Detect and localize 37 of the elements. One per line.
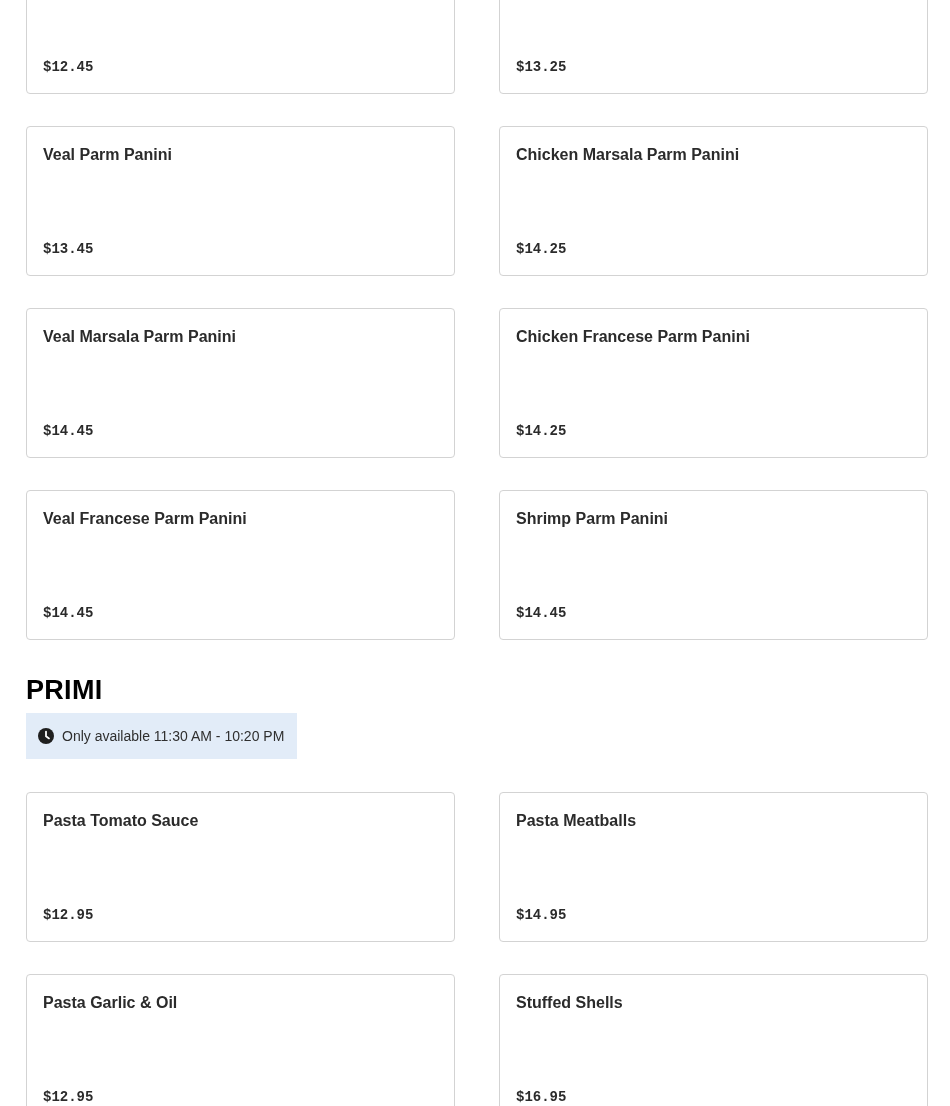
menu-item-card[interactable]: Stuffed Shells $16.95 xyxy=(499,974,928,1106)
item-price: $14.25 xyxy=(516,422,567,441)
item-name: Veal Parm Panini xyxy=(43,145,172,165)
menu-item-card[interactable]: Veal Marsala Parm Panini $14.45 xyxy=(26,308,455,458)
clock-icon xyxy=(38,728,54,744)
item-price: $16.95 xyxy=(516,1088,567,1106)
item-price: $14.45 xyxy=(43,604,94,623)
menu-item-card[interactable]: $12.45 xyxy=(26,0,455,94)
menu-item-card[interactable]: Chicken Marsala Parm Panini $14.25 xyxy=(499,126,928,276)
menu-item-card[interactable]: Chicken Francese Parm Panini $14.25 xyxy=(499,308,928,458)
item-name: Pasta Garlic & Oil xyxy=(43,993,178,1013)
menu-item-card[interactable]: Veal Francese Parm Panini $14.45 xyxy=(26,490,455,640)
availability-text: Only available 11:30 AM - 10:20 PM xyxy=(62,728,285,744)
item-price: $14.95 xyxy=(516,906,567,925)
menu-item-card[interactable]: Shrimp Parm Panini $14.45 xyxy=(499,490,928,640)
item-name: Pasta Tomato Sauce xyxy=(43,811,199,831)
item-name: Chicken Marsala Parm Panini xyxy=(516,145,740,165)
item-price: $14.25 xyxy=(516,240,567,259)
section-heading: PRIMI xyxy=(26,675,103,705)
item-price: $14.45 xyxy=(516,604,567,623)
item-name: Veal Marsala Parm Panini xyxy=(43,327,236,347)
menu-item-card[interactable]: Pasta Garlic & Oil $12.95 xyxy=(26,974,455,1106)
item-price: $13.45 xyxy=(43,240,94,259)
item-name: Veal Francese Parm Panini xyxy=(43,509,247,529)
item-price: $14.45 xyxy=(43,422,94,441)
item-name: Chicken Francese Parm Panini xyxy=(516,327,750,347)
item-name: Pasta Meatballs xyxy=(516,811,637,831)
menu-item-card[interactable]: Pasta Tomato Sauce $12.95 xyxy=(26,792,455,942)
menu-item-card[interactable]: Pasta Meatballs $14.95 xyxy=(499,792,928,942)
item-price: $12.45 xyxy=(43,58,94,77)
menu-item-card[interactable]: Veal Parm Panini $13.45 xyxy=(26,126,455,276)
item-price: $12.95 xyxy=(43,906,94,925)
item-name: Stuffed Shells xyxy=(516,993,623,1013)
item-name: Shrimp Parm Panini xyxy=(516,509,669,529)
item-price: $12.95 xyxy=(43,1088,94,1106)
item-price: $13.25 xyxy=(516,58,567,77)
menu-item-card[interactable]: $13.25 xyxy=(499,0,928,94)
